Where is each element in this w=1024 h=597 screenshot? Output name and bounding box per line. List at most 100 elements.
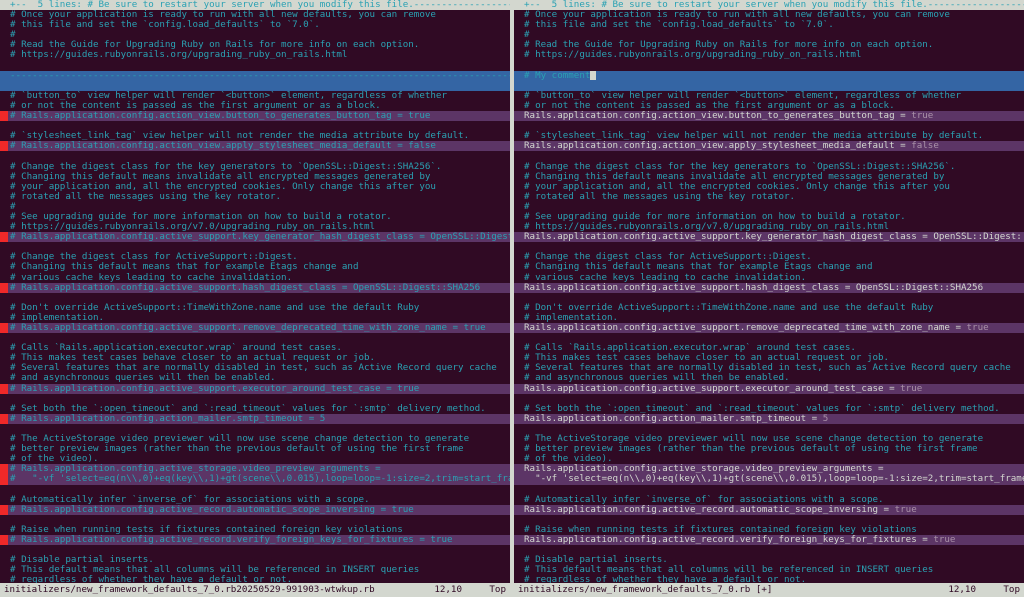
code-line[interactable]: # this file and set the `config.load_def… xyxy=(514,20,1024,30)
code-line[interactable]: # `stylesheet_link_tag` view helper will… xyxy=(0,131,510,141)
code-line[interactable] xyxy=(0,242,510,252)
code-line[interactable]: # `button_to` view helper will render `<… xyxy=(514,91,1024,101)
code-line[interactable] xyxy=(0,515,510,525)
code-line[interactable] xyxy=(514,61,1024,71)
code-line[interactable]: # This makes test cases behave closer to… xyxy=(0,353,510,363)
code-line[interactable]: Rails.application.config.active_support.… xyxy=(514,232,1024,243)
code-line[interactable] xyxy=(0,121,510,131)
code-line[interactable]: # See upgrading guide for more informati… xyxy=(514,212,1024,222)
left-diff-pane[interactable]: +-- 5 lines: # Be sure to restart your s… xyxy=(0,0,510,583)
code-line[interactable] xyxy=(514,424,1024,434)
code-line[interactable]: # Set both the `:open_timeout` and `:rea… xyxy=(514,404,1024,414)
code-line[interactable]: # rotated all the messages using the key… xyxy=(514,192,1024,202)
code-line[interactable]: # Rails.application.config.active_suppor… xyxy=(0,383,510,394)
code-line[interactable]: # this file and set the `config.load_def… xyxy=(0,20,510,30)
code-line[interactable] xyxy=(514,242,1024,252)
code-line[interactable] xyxy=(514,151,1024,161)
code-line[interactable]: # `button_to` view helper will render `<… xyxy=(0,91,510,101)
code-line[interactable]: # Change the digest class for the key ge… xyxy=(0,162,510,172)
code-line[interactable]: # "-vf 'select=eq(n\\,0)+eq(key\\,1)+gt(… xyxy=(0,474,510,485)
code-line[interactable]: # Several features that are normally dis… xyxy=(0,363,510,373)
code-line[interactable]: # Don't override ActiveSupport::TimeWith… xyxy=(514,303,1024,313)
right-status[interactable]: initializers/new_framework_defaults_7_0.… xyxy=(514,583,1024,597)
code-line[interactable]: # https://guides.rubyonrails.org/upgradi… xyxy=(514,50,1024,60)
code-line[interactable]: Rails.application.config.active_support.… xyxy=(514,282,1024,293)
left-status[interactable]: initializers/new_framework_defaults_7_0.… xyxy=(0,583,510,597)
code-line[interactable]: Rails.application.config.active_support.… xyxy=(514,323,1024,334)
code-line[interactable]: # This default means that all columns wi… xyxy=(514,565,1024,575)
code-line[interactable]: Rails.application.config.active_support.… xyxy=(514,383,1024,394)
code-line[interactable] xyxy=(0,61,510,71)
code-line[interactable]: # Changing this default means that for e… xyxy=(0,262,510,272)
right-buffer[interactable]: +-- 5 lines: # Be sure to restart your s… xyxy=(514,0,1024,583)
code-line[interactable] xyxy=(0,151,510,161)
code-line[interactable]: # Set both the `:open_timeout` and `:rea… xyxy=(0,404,510,414)
code-line[interactable] xyxy=(514,293,1024,303)
code-line[interactable] xyxy=(0,485,510,495)
code-line[interactable]: # https://guides.rubyonrails.org/v7.0/up… xyxy=(0,222,510,232)
code-line[interactable]: # Once your application is ready to run … xyxy=(0,10,510,20)
code-line[interactable]: # and asynchronous queries will then be … xyxy=(514,373,1024,383)
code-line[interactable]: # and asynchronous queries will then be … xyxy=(0,373,510,383)
code-line[interactable]: # Calls `Rails.application.executor.wrap… xyxy=(514,343,1024,353)
code-line[interactable]: # Automatically infer `inverse_of` for a… xyxy=(514,495,1024,505)
code-line[interactable]: # The ActiveStorage video previewer will… xyxy=(0,434,510,444)
code-line[interactable]: Rails.application.config.action_mailer.s… xyxy=(514,413,1024,424)
code-line[interactable]: # Changing this default means invalidate… xyxy=(514,172,1024,182)
code-line[interactable]: # Disable partial inserts. xyxy=(0,555,510,565)
code-line[interactable]: # Change the digest class for ActiveSupp… xyxy=(514,252,1024,262)
code-line[interactable]: # various cache keys leading to cache in… xyxy=(514,273,1024,283)
code-line[interactable]: # implementation. xyxy=(0,313,510,323)
code-line[interactable] xyxy=(514,515,1024,525)
right-diff-pane[interactable]: +-- 5 lines: # Be sure to restart your s… xyxy=(514,0,1024,583)
code-line[interactable]: # Rails.application.config.active_record… xyxy=(0,534,510,546)
code-line[interactable] xyxy=(0,545,510,555)
code-line[interactable]: # better preview images (rather than the… xyxy=(514,444,1024,454)
code-line[interactable]: # https://guides.rubyonrails.org/v7.0/up… xyxy=(514,222,1024,232)
code-line[interactable]: # Read the Guide for Upgrading Ruby on R… xyxy=(514,40,1024,50)
code-line[interactable]: # your application and, all the encrypte… xyxy=(514,182,1024,192)
code-line[interactable]: +-- 5 lines: # Be sure to restart your s… xyxy=(514,0,1024,11)
code-line[interactable]: # Changing this default means that for e… xyxy=(514,262,1024,272)
code-line[interactable]: # xyxy=(514,30,1024,40)
code-line[interactable]: # This makes test cases behave closer to… xyxy=(514,353,1024,363)
code-line[interactable]: # regardless of whether they have a defa… xyxy=(514,575,1024,583)
code-line[interactable]: Rails.application.config.active_storage.… xyxy=(514,464,1024,475)
code-line[interactable]: ----------------------------------------… xyxy=(0,70,510,81)
code-line[interactable] xyxy=(0,333,510,343)
code-line[interactable]: # Rails.application.config.active_storag… xyxy=(0,464,510,475)
code-line[interactable] xyxy=(514,333,1024,343)
code-line[interactable] xyxy=(514,394,1024,404)
code-line[interactable]: # of the video). xyxy=(514,454,1024,464)
code-line[interactable]: # xyxy=(0,202,510,212)
code-line[interactable]: # Disable partial inserts. xyxy=(514,555,1024,565)
code-line[interactable]: +-- 5 lines: # Be sure to restart your s… xyxy=(0,0,510,11)
code-line[interactable]: # implementation. xyxy=(514,313,1024,323)
code-line[interactable]: # Calls `Rails.application.executor.wrap… xyxy=(0,343,510,353)
code-line[interactable]: # xyxy=(514,202,1024,212)
code-line[interactable]: # regardless of whether they have a defa… xyxy=(0,575,510,583)
code-line[interactable]: # Once your application is ready to run … xyxy=(514,10,1024,20)
code-line[interactable] xyxy=(514,80,1024,91)
code-line[interactable]: # Raise when running tests if fixtures c… xyxy=(514,525,1024,535)
code-line[interactable]: # Change the digest class for the key ge… xyxy=(514,162,1024,172)
code-line[interactable] xyxy=(514,121,1024,131)
code-line[interactable] xyxy=(514,485,1024,495)
code-line[interactable]: Rails.application.config.active_record.v… xyxy=(514,534,1024,546)
left-buffer[interactable]: +-- 5 lines: # Be sure to restart your s… xyxy=(0,0,510,583)
code-line[interactable]: # Rails.application.config.active_record… xyxy=(0,504,510,515)
code-line[interactable]: Rails.application.config.active_record.a… xyxy=(514,504,1024,515)
code-line[interactable]: # Change the digest class for ActiveSupp… xyxy=(0,252,510,262)
code-line[interactable]: # The ActiveStorage video previewer will… xyxy=(514,434,1024,444)
code-line[interactable]: # better preview images (rather than the… xyxy=(0,444,510,454)
code-line[interactable]: # rotated all the messages using the key… xyxy=(0,192,510,202)
code-line[interactable]: # Don't override ActiveSupport::TimeWith… xyxy=(0,303,510,313)
code-line[interactable]: # Read the Guide for Upgrading Ruby on R… xyxy=(0,40,510,50)
code-line[interactable]: # or not the content is passed as the fi… xyxy=(514,101,1024,111)
code-line[interactable]: Rails.application.config.action_view.app… xyxy=(514,141,1024,152)
code-line[interactable] xyxy=(0,424,510,434)
code-line[interactable]: # Several features that are normally dis… xyxy=(514,363,1024,373)
code-line[interactable] xyxy=(0,394,510,404)
code-line[interactable]: # `stylesheet_link_tag` view helper will… xyxy=(514,131,1024,141)
code-line[interactable]: # or not the content is passed as the fi… xyxy=(0,101,510,111)
